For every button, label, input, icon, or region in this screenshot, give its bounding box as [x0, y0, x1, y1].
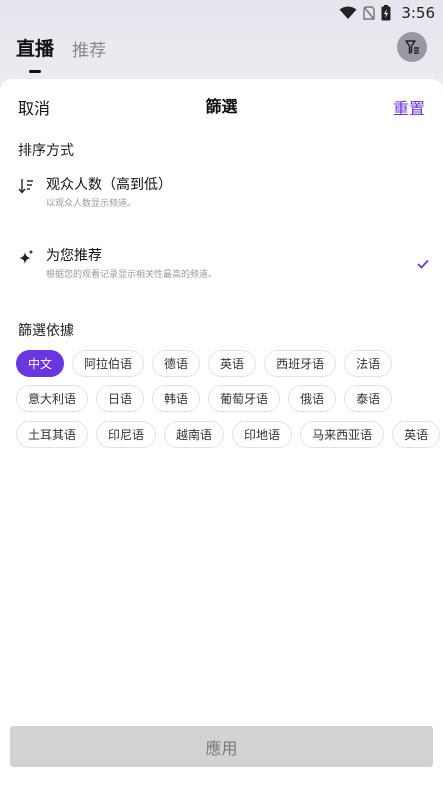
sort-option-desc: 根据您的观看记录显示相关性最高的频道。	[46, 270, 218, 280]
language-chip[interactable]: 印地语	[232, 421, 293, 448]
language-chip[interactable]: 中文	[16, 350, 65, 377]
filter-button[interactable]	[397, 32, 427, 62]
sheet-header: 取消 篩選 重置	[0, 79, 443, 131]
language-chip[interactable]: 阿拉伯语	[72, 350, 145, 377]
language-chip[interactable]: 法语	[344, 350, 393, 377]
tab-live[interactable]: 直播	[16, 34, 54, 61]
no-sim-icon	[363, 6, 376, 20]
language-chip[interactable]: 英语	[392, 421, 441, 448]
language-chips-row: 土耳其语 印尼语 越南语 印地语 马来西亚语 英语	[16, 421, 441, 448]
language-chip[interactable]: 西班牙语	[264, 350, 337, 377]
tab-recommended[interactable]: 推荐	[72, 36, 106, 61]
sort-option-label: 观众人数（高到低）	[46, 177, 172, 193]
language-chips-row: 中文 阿拉伯语 德语 英语 西班牙语 法语	[16, 350, 393, 377]
language-chip[interactable]: 泰语	[344, 385, 393, 412]
language-chip[interactable]: 马来西亚语	[300, 421, 385, 448]
language-chip[interactable]: 葡萄牙语	[208, 385, 281, 412]
language-chip[interactable]: 英语	[208, 350, 257, 377]
sort-option-desc: 以观众人数显示频道。	[46, 199, 137, 209]
filter-sheet: 取消 篩選 重置 排序方式 观众人数（高到低） 以观众人数显示频道。 为您推荐 …	[0, 79, 443, 787]
sort-descending-icon	[18, 179, 33, 194]
sort-section-title: 排序方式	[18, 143, 74, 159]
top-tabs: 直播 推荐	[16, 34, 106, 61]
language-chip[interactable]: 日语	[96, 385, 145, 412]
language-chip[interactable]: 俄语	[288, 385, 337, 412]
language-chip[interactable]: 越南语	[164, 421, 225, 448]
cancel-button[interactable]: 取消	[18, 95, 50, 119]
checkmark-icon	[417, 259, 429, 269]
language-chip[interactable]: 土耳其语	[16, 421, 89, 448]
language-chip[interactable]: 印尼语	[96, 421, 157, 448]
battery-charging-icon	[381, 5, 391, 21]
language-chip[interactable]: 韩语	[152, 385, 201, 412]
language-chip[interactable]: 意大利语	[16, 385, 89, 412]
status-bar: 3:56	[0, 0, 443, 26]
wifi-icon	[339, 6, 357, 19]
sort-option-label: 为您推荐	[46, 248, 102, 264]
language-chips-row: 意大利语 日语 韩语 葡萄牙语 俄语 泰语	[16, 385, 393, 412]
status-time: 3:56	[401, 4, 435, 22]
language-chip[interactable]: 德语	[152, 350, 201, 377]
filter-section-title: 篩選依據	[18, 323, 74, 339]
apply-button[interactable]: 應用	[10, 726, 433, 767]
sort-option-viewers[interactable]: 观众人数（高到低） 以观众人数显示频道。	[16, 174, 431, 222]
sort-option-recommended[interactable]: 为您推荐 根据您的观看记录显示相关性最高的频道。	[16, 245, 431, 293]
sheet-title: 篩選	[205, 97, 238, 116]
reset-button[interactable]: 重置	[393, 95, 425, 119]
sparkle-icon	[19, 249, 34, 264]
filter-icon	[405, 40, 419, 54]
